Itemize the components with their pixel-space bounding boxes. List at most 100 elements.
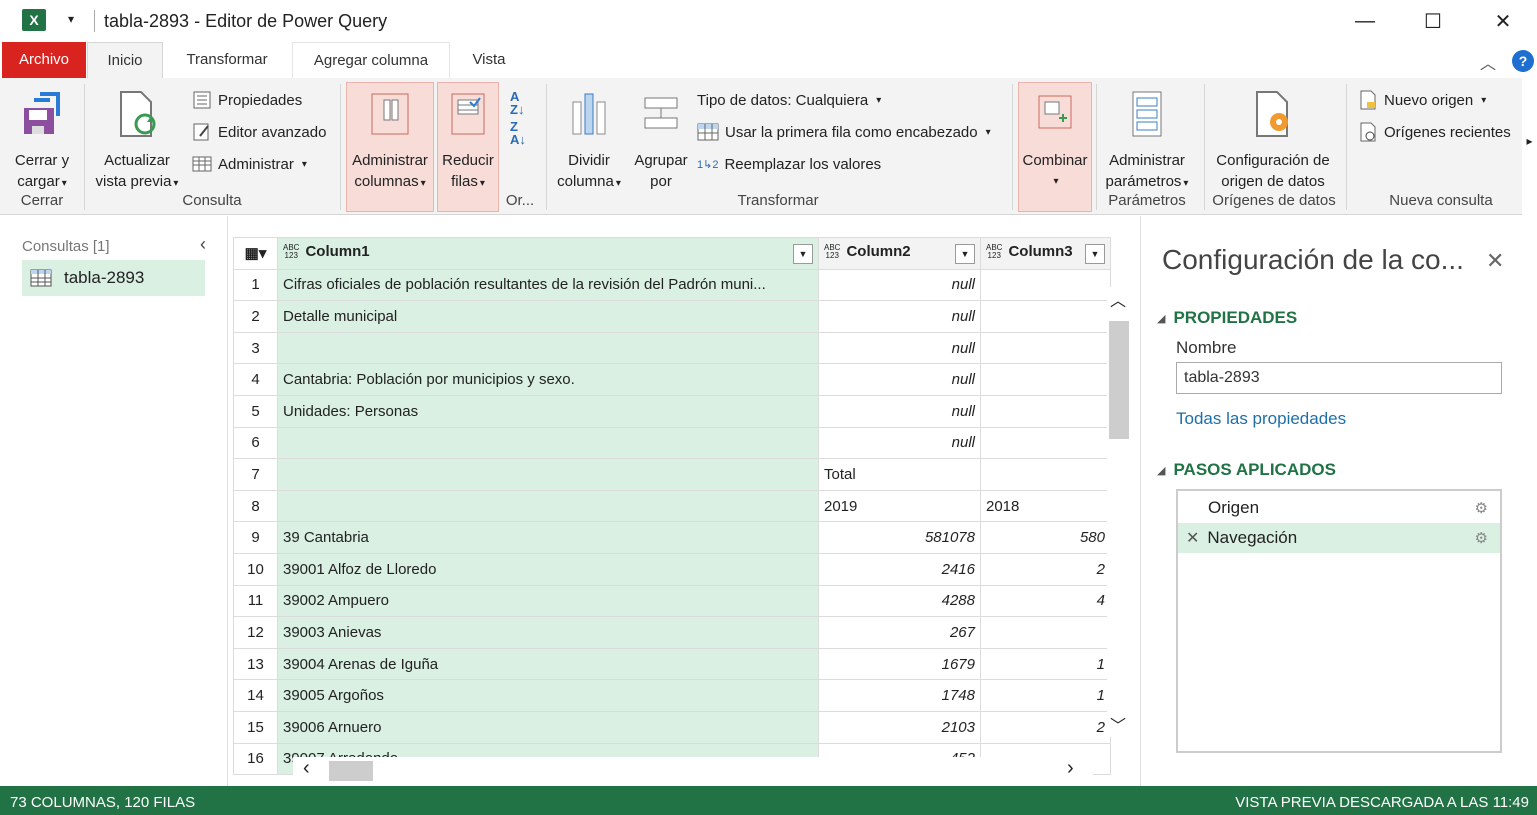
tab-vista[interactable]: Vista	[455, 42, 523, 78]
replace-values-button[interactable]: 1↳2 Reemplazar los valores	[697, 152, 881, 176]
all-properties-link[interactable]: Todas las propiedades	[1176, 409, 1346, 429]
close-button[interactable]: ✕	[1480, 6, 1526, 36]
cell-column2[interactable]: 4288	[818, 584, 981, 618]
properties-section-header[interactable]: ◢ PROPIEDADES	[1157, 308, 1297, 328]
reduce-rows-button[interactable]: Reducir filas ▾	[437, 90, 499, 194]
cell-column1[interactable]: Cantabria: Población por municipios y se…	[277, 363, 819, 396]
tab-agregar-columna[interactable]: Agregar columna	[292, 42, 450, 78]
cell-column1[interactable]: 39001 Alfoz de Lloredo	[277, 552, 819, 586]
properties-button[interactable]: Propiedades	[192, 88, 302, 112]
scroll-down-icon[interactable]: ﹀	[1110, 712, 1126, 736]
delete-step-icon[interactable]: ✕	[1186, 528, 1199, 548]
close-settings-icon[interactable]: ✕	[1486, 248, 1504, 274]
column-header-2[interactable]: ABC 123 Column2 ▼	[818, 237, 981, 270]
manage-columns-button[interactable]: Administrar columnas ▾	[346, 90, 434, 194]
cell-column1[interactable]: 39006 Arnuero	[277, 710, 819, 744]
cell-column1[interactable]: Unidades: Personas	[277, 394, 819, 428]
cell-column3[interactable]	[980, 300, 1111, 333]
cell-column2[interactable]: Total	[818, 458, 981, 491]
minimize-button[interactable]: —	[1342, 6, 1388, 36]
column-header-3[interactable]: ABC 123 Column3 ▼	[980, 237, 1111, 270]
group-by-button[interactable]: Agrupar por	[630, 90, 692, 192]
step-settings-gear-icon[interactable]: ⚙	[1475, 499, 1488, 517]
cell-column1[interactable]: 39004 Arenas de Iguña	[277, 647, 819, 681]
refresh-preview-button[interactable]: Actualizar vista previa ▾	[88, 90, 186, 194]
sort-ascending-icon[interactable]: A Z↓	[510, 90, 524, 116]
column-filter-icon[interactable]: ▼	[793, 243, 813, 264]
cell-column2[interactable]: 1679	[818, 647, 981, 681]
scroll-up-icon[interactable]: ︿	[1110, 287, 1126, 311]
ribbon-scroll-right-icon[interactable]: ▸	[1522, 78, 1537, 215]
cell-column2[interactable]: null	[818, 426, 981, 460]
cell-column2[interactable]: 1748	[818, 679, 981, 712]
cell-column1[interactable]: 39003 Anievas	[277, 616, 819, 649]
cell-column3[interactable]	[980, 458, 1111, 491]
cell-column2[interactable]: 267	[818, 616, 981, 649]
cell-column3[interactable]	[980, 331, 1111, 365]
cell-column2[interactable]: 581078	[818, 521, 981, 554]
combine-button[interactable]: Combinar ▾	[1018, 90, 1092, 192]
column-filter-icon[interactable]: ▼	[955, 243, 975, 264]
cell-column1[interactable]	[277, 489, 819, 523]
cell-column1[interactable]	[277, 331, 819, 365]
cell-column3[interactable]: 2018	[980, 489, 1111, 523]
query-name-field[interactable]	[1176, 362, 1502, 394]
cell-column3[interactable]	[980, 616, 1111, 649]
column-header-1[interactable]: ABC 123 Column1 ▼	[277, 237, 819, 270]
cell-column2[interactable]: 2416	[818, 552, 981, 586]
column-filter-icon[interactable]: ▼	[1085, 243, 1105, 264]
sort-descending-icon[interactable]: Z A↓	[510, 120, 526, 146]
cell-column2[interactable]: null	[818, 331, 981, 365]
cell-column1[interactable]: 39005 Argoños	[277, 679, 819, 712]
horizontal-scrollbar[interactable]: ‹ ›	[293, 757, 1093, 783]
cell-column2[interactable]: null	[818, 300, 981, 333]
cell-column1[interactable]: 39 Cantabria	[277, 521, 819, 554]
cell-column3[interactable]	[980, 363, 1111, 396]
cell-column2[interactable]: null	[818, 363, 981, 396]
close-and-load-button[interactable]: Cerrar y cargar ▾	[8, 90, 76, 194]
cell-column1[interactable]	[277, 458, 819, 491]
step-item[interactable]: Origen ⚙	[1178, 493, 1500, 523]
cell-column3[interactable]: 2	[980, 552, 1111, 586]
maximize-button[interactable]: ☐	[1410, 6, 1456, 36]
query-item[interactable]: tabla-2893	[22, 260, 205, 296]
use-first-row-as-headers-button[interactable]: Usar la primera fila como encabezado ▾	[697, 120, 991, 144]
cell-column1[interactable]: 39002 Ampuero	[277, 584, 819, 618]
cell-column3[interactable]: 1	[980, 679, 1111, 712]
quick-access-menu-icon[interactable]: ▾	[68, 12, 74, 26]
vertical-scrollbar[interactable]: ︿ ﹀	[1107, 287, 1133, 737]
new-source-button[interactable]: Nuevo origen ▾	[1358, 88, 1486, 112]
tab-inicio[interactable]: Inicio	[87, 42, 163, 78]
tab-archivo[interactable]: Archivo	[2, 42, 86, 78]
cell-column3[interactable]	[980, 268, 1111, 302]
cell-column2[interactable]: null	[818, 268, 981, 302]
data-type-dropdown[interactable]: Tipo de datos: Cualquiera ▾	[697, 88, 881, 112]
manage-parameters-button[interactable]: Administrar parámetros ▾	[1100, 90, 1194, 194]
data-source-settings-button[interactable]: Configuración de origen de datos	[1208, 90, 1338, 192]
cell-column2[interactable]: 2019	[818, 489, 981, 523]
cell-column2[interactable]: null	[818, 394, 981, 428]
scroll-thumb[interactable]	[1109, 321, 1129, 439]
tab-transformar[interactable]: Transformar	[165, 42, 289, 78]
cell-column3[interactable]: 2	[980, 710, 1111, 744]
help-icon[interactable]: ?	[1512, 50, 1534, 72]
step-settings-gear-icon[interactable]: ⚙	[1475, 529, 1488, 547]
cell-column1[interactable]: Detalle municipal	[277, 300, 819, 333]
recent-sources-button[interactable]: Orígenes recientes	[1358, 120, 1511, 144]
applied-steps-header[interactable]: ◢ PASOS APLICADOS	[1157, 460, 1336, 480]
scroll-left-icon[interactable]: ‹	[303, 757, 310, 780]
cell-column3[interactable]	[980, 394, 1111, 428]
cell-column3[interactable]	[980, 426, 1111, 460]
collapse-queries-icon[interactable]: ‹	[200, 234, 206, 255]
manage-button[interactable]: Administrar ▾	[192, 152, 307, 176]
horizontal-scroll-thumb[interactable]	[329, 761, 373, 781]
advanced-editor-button[interactable]: Editor avanzado	[192, 120, 326, 144]
cell-column3[interactable]: 580	[980, 521, 1111, 554]
table-menu-icon[interactable]: ▦▾	[233, 237, 278, 270]
collapse-ribbon-icon[interactable]: ︿	[1480, 50, 1496, 74]
split-column-button[interactable]: Dividir columna ▾	[552, 90, 626, 194]
cell-column3[interactable]: 1	[980, 647, 1111, 681]
cell-column3[interactable]: 4	[980, 584, 1111, 618]
cell-column1[interactable]	[277, 426, 819, 460]
scroll-right-icon[interactable]: ›	[1067, 757, 1074, 780]
